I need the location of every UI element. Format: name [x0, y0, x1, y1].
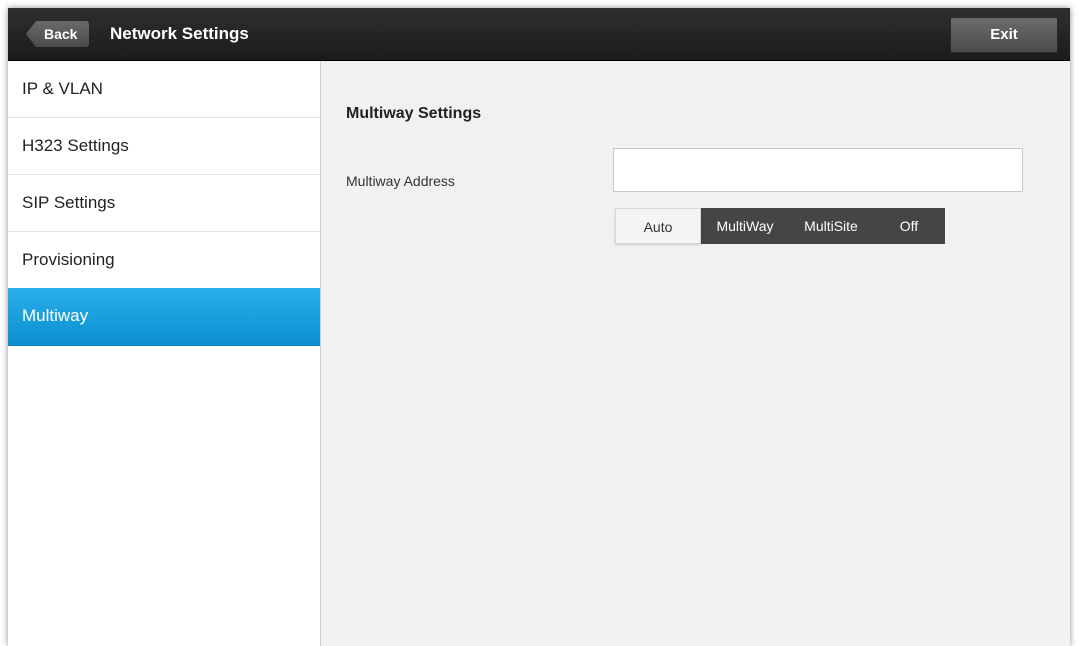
option-multiway[interactable]: MultiWay — [701, 208, 789, 244]
sidebar-item-provisioning[interactable]: Provisioning — [8, 232, 320, 289]
multiway-address-label: Multiway Address — [346, 173, 455, 189]
sidebar-item-multiway[interactable]: Multiway — [8, 288, 320, 346]
sidebar-item-h323-settings[interactable]: H323 Settings — [8, 118, 320, 175]
option-auto[interactable]: Auto — [615, 208, 701, 244]
option-off[interactable]: Off — [873, 208, 945, 244]
back-button[interactable]: Back — [26, 21, 90, 47]
section-title: Multiway Settings — [346, 105, 482, 122]
top-bar: Back Network Settings Exit — [8, 8, 1070, 61]
multiway-address-input[interactable] — [613, 148, 1023, 192]
sidebar: IP & VLAN H323 Settings SIP Settings Pro… — [8, 61, 321, 646]
sidebar-item-ip-vlan[interactable]: IP & VLAN — [8, 61, 320, 118]
app-window: Back Network Settings Exit IP & VLAN H32… — [8, 8, 1070, 646]
settings-panel: Multiway Settings Multiway Address Auto … — [321, 61, 1070, 646]
page-title: Network Settings — [110, 24, 249, 43]
multiway-protocol-selector: Auto MultiWay MultiSite Off — [615, 208, 945, 244]
option-multisite[interactable]: MultiSite — [789, 208, 873, 244]
exit-button[interactable]: Exit — [950, 17, 1058, 53]
sidebar-item-sip-settings[interactable]: SIP Settings — [8, 175, 320, 232]
